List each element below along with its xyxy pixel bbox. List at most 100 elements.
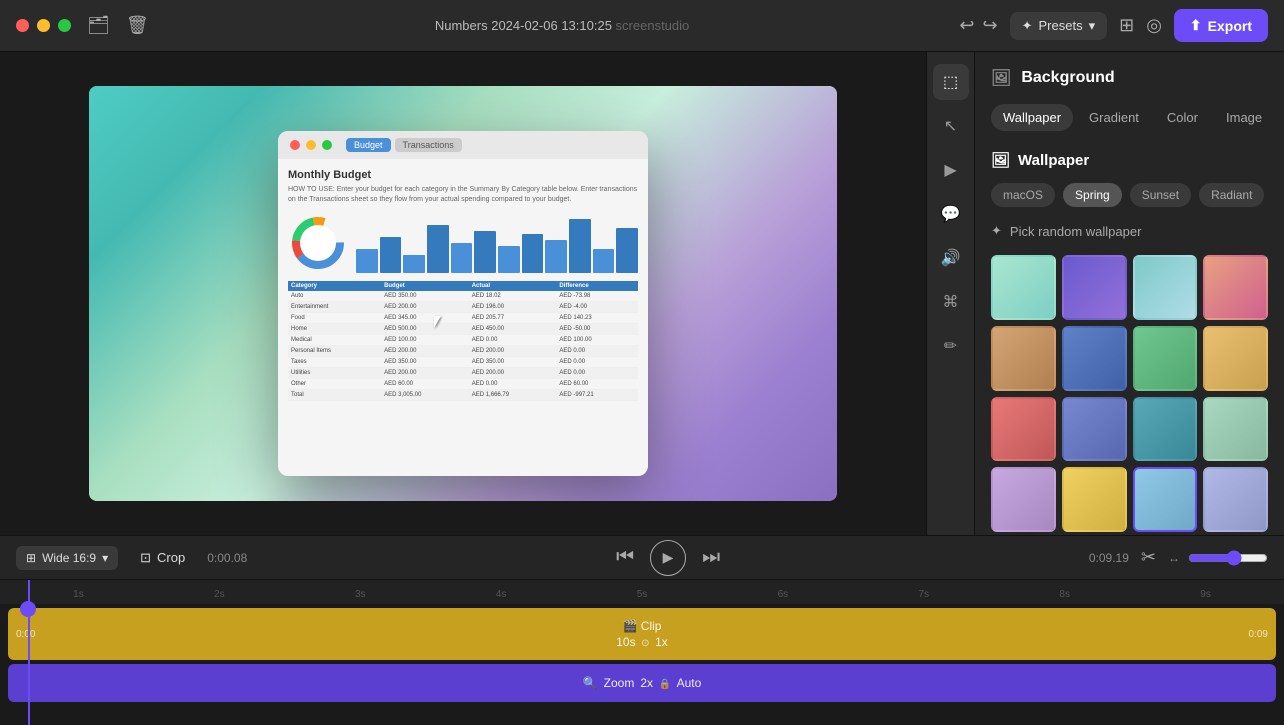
presets-label: Presets [1039, 18, 1083, 33]
grid-icon: ⊞ [26, 551, 36, 565]
layout-button[interactable]: ⊞ [1119, 15, 1134, 36]
wallpaper-thumb-14[interactable] [1062, 467, 1127, 532]
right-toolbar: ⬚ ↖ ▶ 💬 🔊 ⌘ ✏ [926, 52, 974, 535]
transport-controls: ⏮ ▶ ⏭ [259, 540, 1077, 576]
tab-gradient[interactable]: Gradient [1077, 104, 1151, 131]
camera-tool-button[interactable]: ▶ [933, 152, 969, 188]
minimize-button[interactable] [37, 19, 50, 32]
random-wallpaper-button[interactable]: ✦ Pick random wallpaper [991, 223, 1141, 239]
redo-button[interactable]: ↪ [983, 15, 998, 36]
export-button[interactable]: ⬆ Export [1174, 9, 1268, 42]
tab-image[interactable]: Image [1214, 104, 1274, 131]
zoom-track[interactable]: 🔍 Zoom 2x 🔒 Auto [8, 664, 1276, 702]
background-tabs: Wallpaper Gradient Color Image [991, 104, 1268, 131]
pen-tool-button[interactable]: ✏ [933, 328, 969, 364]
project-name: Numbers 2024-02-06 13:10:25 [435, 18, 612, 33]
wallpaper-thumb-11[interactable] [1133, 397, 1198, 462]
clip-time-right: 0:09 [1249, 629, 1268, 640]
ruler-mark-8s: 8s [994, 589, 1135, 600]
titlebar-right: ↩ ↪ ✦ Presets ▾ ⊞ ◎ ⬆ Export [959, 9, 1268, 42]
tab-wallpaper[interactable]: Wallpaper [991, 104, 1073, 131]
right-panel: 🖼 Background Wallpaper Gradient Color Im… [974, 52, 1284, 535]
upload-icon: ⬆ [1190, 17, 1202, 34]
video-camera-icon: ▶ [944, 160, 956, 180]
titlebar: 🗂 🗑 Numbers 2024-02-06 13:10:25 screenst… [0, 0, 1284, 52]
ruler-mark-4s: 4s [431, 589, 572, 600]
wallpaper-thumb-6[interactable] [1062, 326, 1127, 391]
pie-chart [288, 213, 348, 273]
crop-button[interactable]: ⊡ Crop [130, 545, 195, 571]
wallpaper-thumb-12[interactable] [1203, 397, 1268, 462]
ruler-mark-5s: 5s [572, 589, 713, 600]
wallpaper-thumb-10[interactable] [1062, 397, 1127, 462]
category-sunset[interactable]: Sunset [1130, 183, 1191, 207]
presets-button[interactable]: ✦ Presets ▾ [1010, 12, 1108, 40]
clip-info: 10s ⊙ 1x [616, 635, 668, 649]
wallpaper-categories: macOS Spring Sunset Radiant [991, 183, 1268, 207]
cursor-tool-button[interactable]: ↖ [933, 108, 969, 144]
speech-tool-button[interactable]: 💬 [933, 196, 969, 232]
playhead-dot[interactable] [20, 601, 36, 617]
wallpaper-thumb-13[interactable] [991, 467, 1056, 532]
ruler-mark-9s: 9s [1135, 589, 1276, 600]
wallpaper-thumb-3[interactable] [1133, 255, 1198, 320]
trash-icon[interactable]: 🗑 [126, 15, 149, 36]
app-content-title: Monthly Budget [288, 169, 638, 181]
zoom-out-icon: ↔ [1168, 551, 1180, 565]
ruler-mark-2s: 2s [149, 589, 290, 600]
section-title-label: Background [1021, 69, 1114, 87]
app-fullscreen-dot [322, 140, 332, 150]
category-macos[interactable]: macOS [991, 183, 1055, 207]
close-button[interactable] [16, 19, 29, 32]
skip-forward-button[interactable]: ⏭ [702, 546, 720, 569]
skip-back-button[interactable]: ⏮ [616, 546, 634, 569]
canvas-wrapper: Budget Transactions Monthly Budget HOW T… [0, 52, 926, 535]
wallpaper-thumb-5[interactable] [991, 326, 1056, 391]
wallpaper-thumb-7[interactable] [1133, 326, 1198, 391]
play-button[interactable]: ▶ [650, 540, 686, 576]
speaker-icon: 🔊 [941, 248, 961, 268]
sparkle-icon: ✦ [1022, 18, 1033, 34]
cut-button[interactable]: ✂ [1141, 547, 1156, 568]
aspect-ratio-button[interactable]: ⊞ Wide 16:9 ▾ [16, 546, 118, 570]
wallpaper-thumb-9[interactable] [991, 397, 1056, 462]
category-spring[interactable]: Spring [1063, 183, 1122, 207]
clip-track[interactable]: 0:00 🎬 Clip 10s ⊙ 1x 0:09 [8, 608, 1276, 660]
timeline-tracks: 0:00 🎬 Clip 10s ⊙ 1x 0:09 🔍 Zoom 2x [0, 604, 1284, 706]
zoom-track-label: Zoom [604, 676, 635, 690]
fullscreen-button[interactable] [58, 19, 71, 32]
folder-icon[interactable]: 🗂 [87, 15, 110, 36]
wallpaper-thumb-15[interactable] [1133, 467, 1198, 532]
selection-tool-button[interactable]: ⬚ [933, 64, 969, 100]
zoom-slider[interactable] [1188, 550, 1268, 566]
audio-tool-button[interactable]: 🔊 [933, 240, 969, 276]
tab-color[interactable]: Color [1155, 104, 1210, 131]
category-radiant[interactable]: Radiant [1199, 183, 1264, 207]
zoom-track-icon: 🔍 [583, 676, 598, 690]
clip-label: 🎬 Clip 10s ⊙ 1x [616, 619, 668, 649]
clip-icon: 🎬 Clip [623, 619, 662, 633]
timeline-area: 1s 2s 3s 4s 5s 6s 7s 8s 9s 0:00 🎬 Clip [0, 580, 1284, 725]
charts-row [288, 213, 638, 273]
wallpaper-thumb-2[interactable] [1062, 255, 1127, 320]
wallpaper-thumb-8[interactable] [1203, 326, 1268, 391]
selection-icon: ⬚ [943, 72, 958, 92]
wallpaper-thumb-16[interactable] [1203, 467, 1268, 532]
wallpaper-grid [991, 255, 1268, 535]
zoom-track-amount: 2x 🔒 Auto [640, 676, 701, 690]
chat-bubble-icon: 💬 [941, 204, 961, 224]
app-content: Monthly Budget HOW TO USE: Enter your bu… [278, 159, 648, 476]
shuffle-icon: ✦ [991, 223, 1002, 239]
keyframe-tool-button[interactable]: ⌘ [933, 284, 969, 320]
bottom-area: ⊞ Wide 16:9 ▾ ⊡ Crop 0:00.08 ⏮ ▶ ⏭ 0:09.… [0, 535, 1284, 725]
time-end-display: 0:09.19 [1089, 551, 1129, 565]
preview-button[interactable]: ◎ [1146, 15, 1162, 36]
crop-icon: ⊡ [140, 550, 151, 566]
panel-section-title: 🖼 Background [991, 68, 1268, 88]
wallpaper-thumb-1[interactable] [991, 255, 1056, 320]
app-table: CategoryBudgetActualDifference AutoAED 3… [288, 281, 638, 401]
canvas-area: Budget Transactions Monthly Budget HOW T… [0, 52, 926, 535]
undo-button[interactable]: ↩ [959, 15, 974, 36]
traffic-lights [16, 19, 71, 32]
wallpaper-thumb-4[interactable] [1203, 255, 1268, 320]
